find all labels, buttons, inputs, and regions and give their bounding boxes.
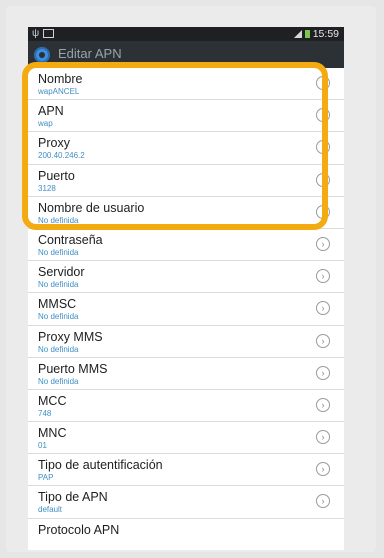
list-item-mmsc[interactable]: MMSC No definida › — [28, 293, 344, 326]
item-title: Tipo de autentificación — [38, 458, 163, 473]
list-item-contrasena[interactable]: Contraseña No definida › — [28, 229, 344, 262]
item-title: MNC — [38, 426, 67, 441]
item-title: MMSC — [38, 297, 77, 312]
item-value: 200.40.246.2 — [38, 151, 85, 161]
list-item-nombre-de-usuario[interactable]: Nombre de usuario No definida › — [28, 197, 344, 229]
list-item-servidor[interactable]: Servidor No definida › — [28, 261, 344, 294]
action-bar: Editar APN — [28, 41, 344, 68]
status-left-icons: ψ — [32, 27, 55, 41]
list-item-puerto-mms[interactable]: Puerto MMS No definida › — [28, 358, 344, 390]
chevron-right-icon: › — [316, 462, 330, 477]
chevron-right-icon: › — [316, 204, 330, 219]
list-item-proxy-mms[interactable]: Proxy MMS No definida › — [28, 326, 344, 358]
item-value: No definida — [38, 247, 79, 257]
chevron-right-icon: › — [316, 236, 330, 251]
item-title: Protocolo APN — [38, 522, 120, 537]
chevron-right-icon: › — [316, 76, 330, 90]
list-item-proxy[interactable]: Proxy 200.40.246.2 › — [28, 132, 344, 165]
item-value: No definida — [38, 215, 79, 225]
item-value: No definida — [38, 376, 79, 386]
list-item-apn[interactable]: APN wap › — [28, 100, 344, 133]
item-title: Servidor — [38, 265, 85, 280]
list-item-mcc[interactable]: MCC 748 › — [28, 390, 344, 423]
settings-gear-icon[interactable] — [34, 47, 50, 63]
chevron-right-icon: › — [316, 301, 330, 316]
list-item-tipo-de-apn[interactable]: Tipo de APN default › — [28, 486, 344, 519]
chevron-right-icon: › — [316, 108, 330, 123]
chevron-right-icon: › — [316, 430, 330, 445]
usb-icon: ψ — [32, 28, 40, 39]
item-value: default — [38, 505, 63, 515]
item-title: Nombre — [38, 72, 83, 86]
apn-settings-list: Nombre wapANCEL › APN wap › Proxy 200.40… — [28, 68, 344, 550]
list-item-tipo-de-autentificacion[interactable]: Tipo de autentificación PAP › — [28, 454, 344, 487]
signal-icon — [293, 30, 302, 39]
chevron-right-icon: › — [316, 269, 330, 284]
list-item-puerto[interactable]: Puerto 3128 › — [28, 165, 344, 197]
page-title: Editar APN — [58, 46, 122, 61]
item-value: wap — [38, 119, 53, 129]
chevron-right-icon: › — [316, 172, 330, 187]
item-value: No definida — [38, 312, 79, 322]
item-title: Proxy MMS — [38, 329, 103, 344]
item-title: Proxy — [38, 136, 70, 151]
item-title: MCC — [38, 393, 67, 408]
chevron-right-icon: › — [316, 397, 330, 412]
screenshot-notification-icon — [43, 28, 55, 38]
phone-screen: ψ 15:59 Editar APN Nombre wapANCEL › APN… — [28, 27, 344, 550]
item-value: PAP — [38, 473, 54, 483]
item-title: APN — [38, 104, 64, 119]
item-title: Nombre de usuario — [38, 200, 145, 215]
battery-icon — [304, 30, 310, 39]
chevron-right-icon: › — [316, 140, 330, 155]
chevron-right-icon: › — [316, 333, 330, 348]
status-bar: ψ 15:59 — [28, 27, 344, 41]
status-time: 15:59 — [312, 28, 339, 40]
list-item-mnc[interactable]: MNC 01 › — [28, 422, 344, 455]
item-title: Puerto — [38, 168, 75, 183]
item-value: wapANCEL — [38, 87, 80, 96]
item-value: 01 — [38, 441, 47, 451]
item-value: No definida — [38, 344, 79, 354]
status-right: 15:59 — [293, 27, 339, 41]
list-item-protocolo-apn[interactable]: Protocolo APN — [28, 519, 344, 550]
item-value: No definida — [38, 280, 79, 290]
item-title: Tipo de APN — [38, 490, 108, 505]
chevron-right-icon: › — [316, 494, 330, 509]
item-value: 3128 — [38, 183, 56, 193]
list-item-nombre[interactable]: Nombre wapANCEL › — [28, 68, 344, 101]
item-title: Contraseña — [38, 232, 103, 247]
chevron-right-icon: › — [316, 365, 330, 380]
item-title: Puerto MMS — [38, 361, 108, 376]
item-value: 748 — [38, 408, 52, 418]
